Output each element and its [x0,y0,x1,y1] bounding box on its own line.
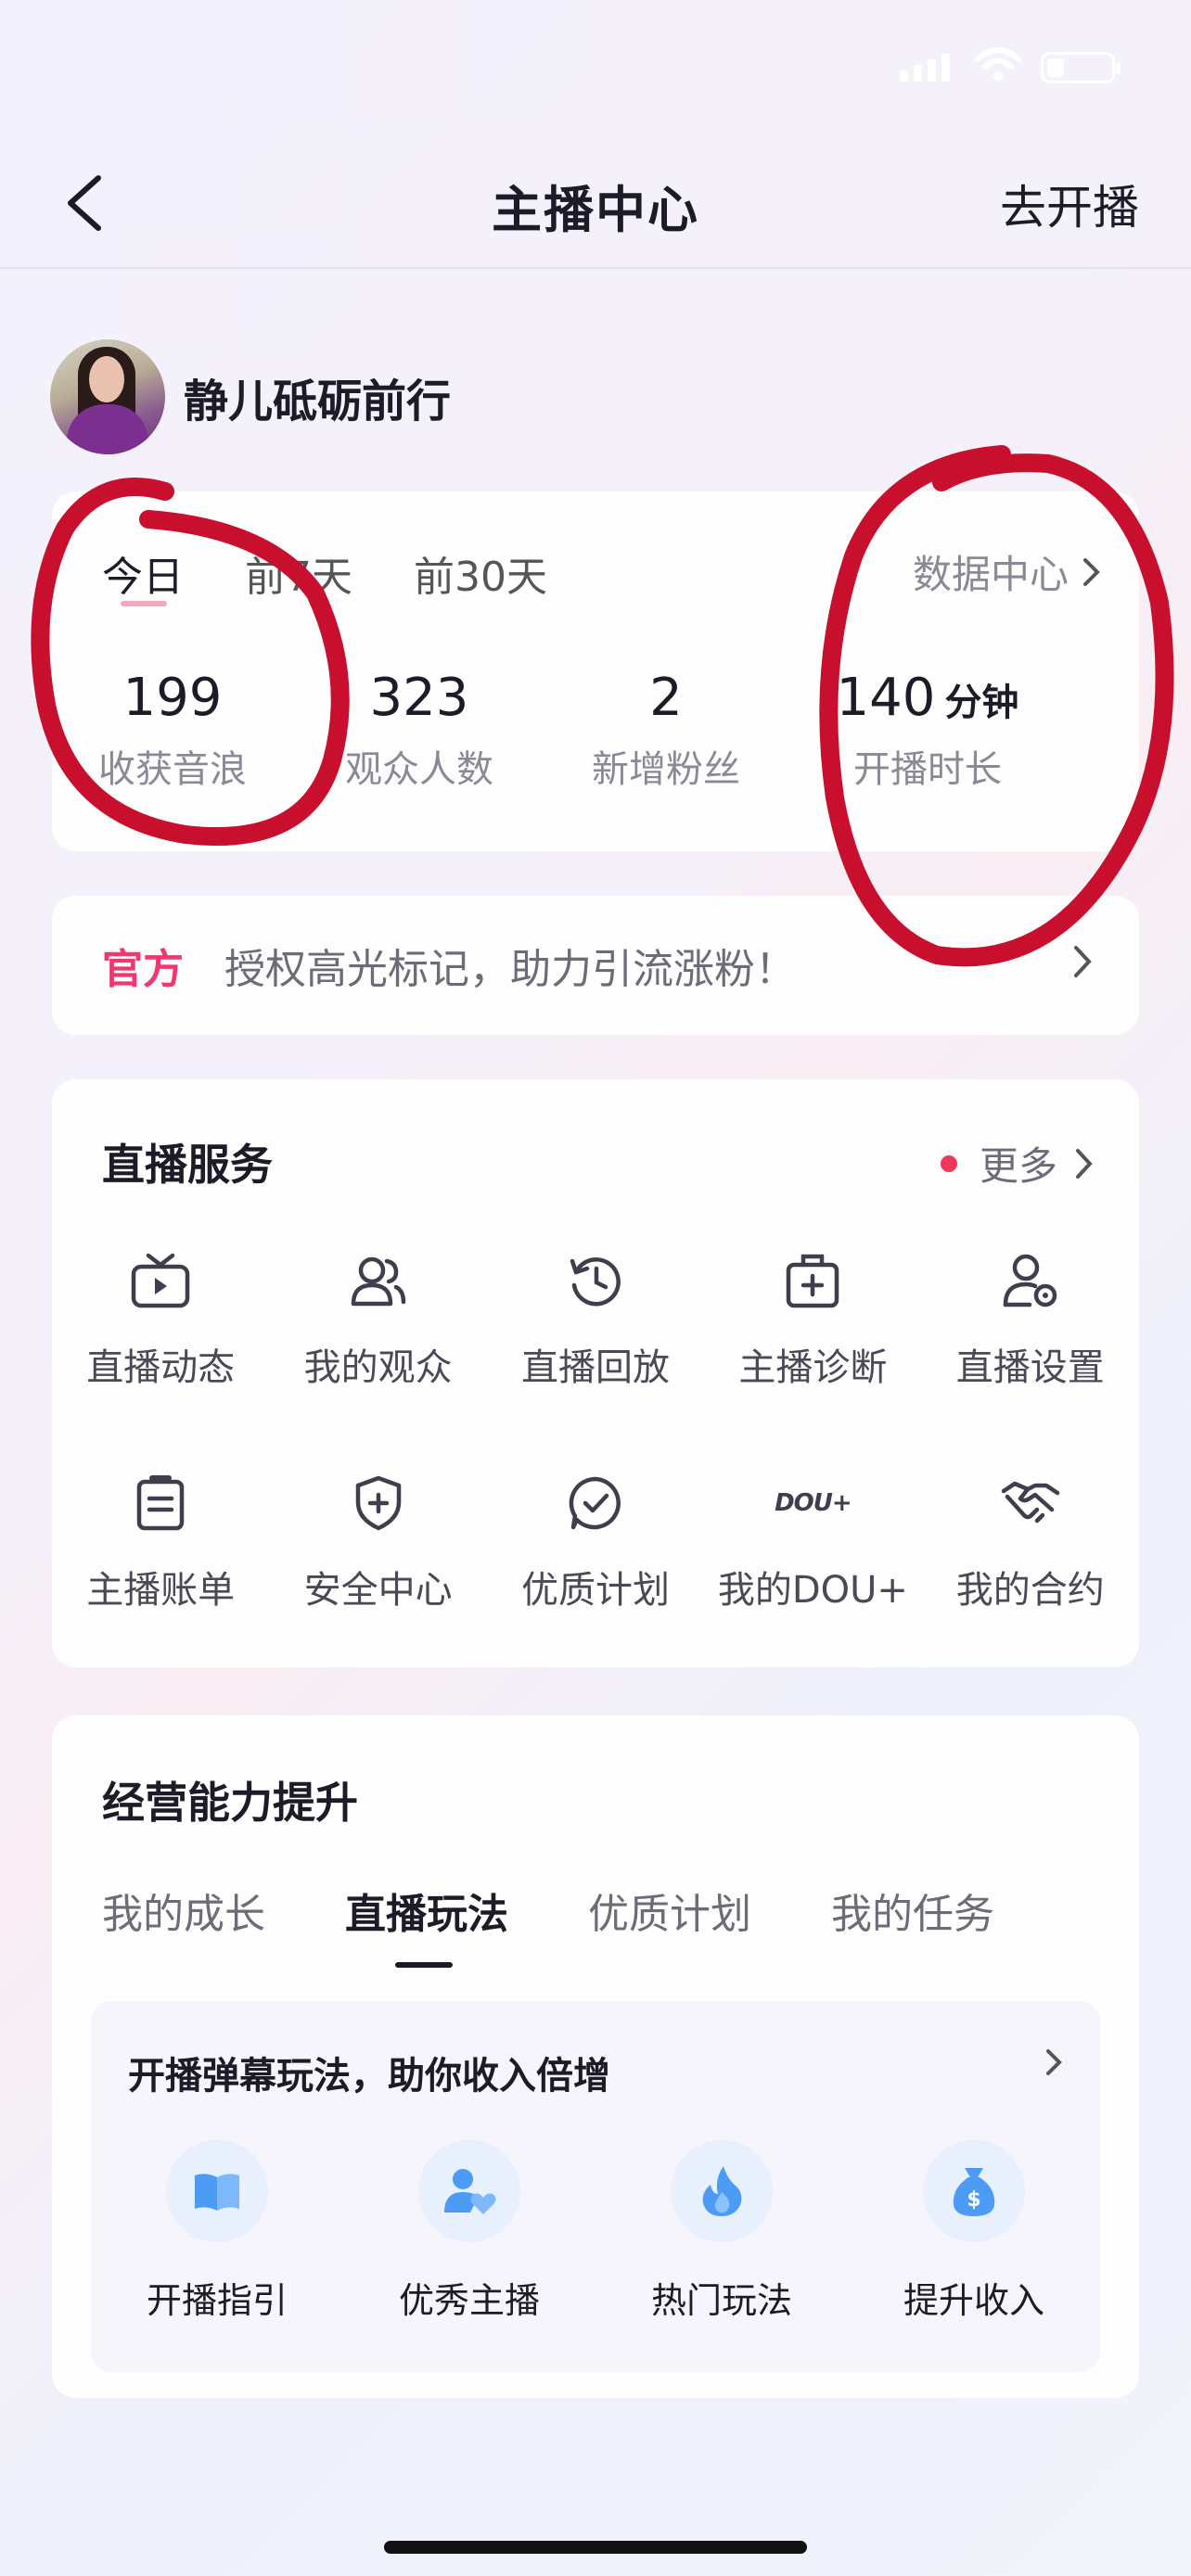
more-button[interactable]: 更多 [940,1135,1095,1192]
section-title: 直播服务 [102,1140,273,1190]
user-settings-icon [1003,1254,1057,1307]
tab-my-tasks[interactable]: 我的任务 [831,1881,994,1940]
services-grid: 直播动态 我的观众 直播回放 主播诊断 直播设置 主播账单 安全中心 优质计划 [52,1246,1139,1613]
stats-card: 今日 前7天 前30天 数据中心 199 收获音浪 323 观众人数 2 新增粉… [52,491,1139,851]
handshake-icon [1001,1481,1060,1524]
service-label: 直播设置 [955,1346,1105,1389]
service-replay[interactable]: 直播回放 [487,1246,704,1391]
stat-label: 开播时长 [853,748,1002,791]
tab-my-growth[interactable]: 我的成长 [102,1881,265,1940]
service-my-contract[interactable]: 我的合约 [922,1469,1139,1613]
live-services-section: 直播服务 更多 直播动态 我的观众 直播回放 主播诊断 直播设置 主播账单 安全… [52,1079,1139,1667]
gameplay-tools: 开播指引 优秀主播 热门玩法 $ 提升收入 [91,2140,1100,2323]
service-live-settings[interactable]: 直播设置 [922,1246,1139,1391]
data-center-label: 数据中心 [912,552,1069,597]
tv-icon [131,1253,190,1308]
official-tag: 官方 [102,946,184,993]
tool-label: 热门玩法 [650,2280,792,2321]
service-label: 安全中心 [303,1569,453,1612]
wifi-icon [975,47,1021,81]
service-label: 主播账单 [86,1569,236,1612]
panel-title[interactable]: 开播弹幕玩法，助你收入倍增 [128,2046,610,2099]
service-label: 直播动态 [86,1346,236,1389]
stat-value: 2 [649,668,683,728]
tool-top-anchors[interactable]: 优秀主播 [343,2140,596,2323]
money-bag-icon: $ [953,2168,995,2216]
tool-label: 优秀主播 [398,2280,540,2321]
flame-icon [702,2166,742,2216]
check-circle-icon [569,1476,621,1530]
service-security-center[interactable]: 安全中心 [269,1469,486,1613]
tool-label: 提升收入 [903,2280,1044,2321]
book-icon [195,2174,239,2211]
business-growth-section: 经营能力提升 我的成长 直播玩法 优质计划 我的任务 开播弹幕玩法，助你收入倍增… [52,1715,1139,2398]
service-dou-plus[interactable]: DOU+ 我的DOU+ [704,1469,921,1613]
service-label: 我的合约 [955,1569,1105,1612]
service-diagnosis[interactable]: 主播诊断 [704,1246,921,1391]
go-live-button[interactable]: 去开播 [1000,171,1139,237]
service-label: 直播回放 [520,1346,670,1389]
tab-quality-plan[interactable]: 优质计划 [588,1881,751,1940]
history-icon [570,1257,621,1307]
service-label: 我的DOU+ [717,1569,908,1612]
anchor-name: 静儿砥砺前行 [184,376,452,427]
chevron-right-icon [1076,1148,1093,1179]
tab-last-7-days[interactable]: 前7天 [245,543,352,603]
chevron-right-icon [1074,946,1092,977]
home-indicator[interactable] [384,2541,807,2554]
stat-value: 323 [369,668,469,728]
notification-dot [940,1154,957,1172]
tab-today[interactable]: 今日 [102,543,184,606]
service-label: 优质计划 [520,1569,670,1612]
service-quality-plan[interactable]: 优质计划 [487,1469,704,1613]
growth-tabs: 我的成长 直播玩法 优质计划 我的任务 [102,1881,994,1968]
data-center-link[interactable]: 数据中心 [913,543,1102,600]
service-my-audience[interactable]: 我的观众 [269,1246,486,1391]
service-label: 我的观众 [303,1346,453,1389]
official-promo-banner[interactable]: 官方 授权高光标记，助力引流涨粉！ [52,896,1139,1035]
stat-label: 收获音浪 [98,748,247,791]
tool-label: 开播指引 [146,2280,288,2321]
chevron-right-icon [1083,557,1100,586]
user-heart-icon [444,2169,496,2214]
service-anchor-bill[interactable]: 主播账单 [52,1469,269,1613]
chevron-right-icon[interactable] [1044,2047,1063,2077]
cellular-signal-icon [900,54,950,82]
service-live-feed[interactable]: 直播动态 [52,1246,269,1391]
section-title: 经营能力提升 [102,1778,358,1828]
stat-unit: 分钟 [944,682,1019,724]
stat-label: 新增粉丝 [592,748,740,791]
tool-boost-income[interactable]: $ 提升收入 [848,2140,1100,2323]
more-label: 更多 [979,1143,1057,1189]
users-icon [351,1256,405,1307]
stat-diamonds[interactable]: 199 收获音浪 [52,668,293,793]
dou-plus-icon: DOU+ [775,1489,852,1517]
stat-value: 199 [122,668,223,728]
medical-kit-icon [787,1254,839,1308]
stat-new-followers[interactable]: 2 新增粉丝 [545,668,787,793]
gameplay-panel: 开播弹幕玩法，助你收入倍增 开播指引 优秀主播 热门玩法 $ 提升收入 [91,2001,1100,2372]
service-label: 主播诊断 [738,1346,888,1389]
date-range-tabs: 今日 前7天 前30天 [102,543,547,606]
stat-live-duration[interactable]: 140 分钟 开播时长 [807,668,1048,793]
battery-icon [1041,52,1121,83]
tool-live-guide[interactable]: 开播指引 [91,2140,343,2323]
svg-text:$: $ [967,2188,980,2212]
avatar[interactable] [50,339,165,454]
status-bar [0,0,1191,130]
anchor-profile[interactable]: 静儿砥砺前行 [50,339,451,454]
stat-label: 观众人数 [345,748,493,791]
clipboard-icon [136,1475,185,1531]
stat-value: 140 [836,668,936,728]
shield-plus-icon [355,1475,401,1531]
promo-text: 授权高光标记，助力引流涨粉！ [224,946,796,993]
tab-last-30-days[interactable]: 前30天 [414,543,547,603]
navigation-bar: 主播中心 去开播 [0,148,1191,269]
stat-viewers[interactable]: 323 观众人数 [299,668,540,793]
tool-hot-gameplay[interactable]: 热门玩法 [596,2140,848,2323]
tab-live-gameplay[interactable]: 直播玩法 [345,1881,508,1968]
